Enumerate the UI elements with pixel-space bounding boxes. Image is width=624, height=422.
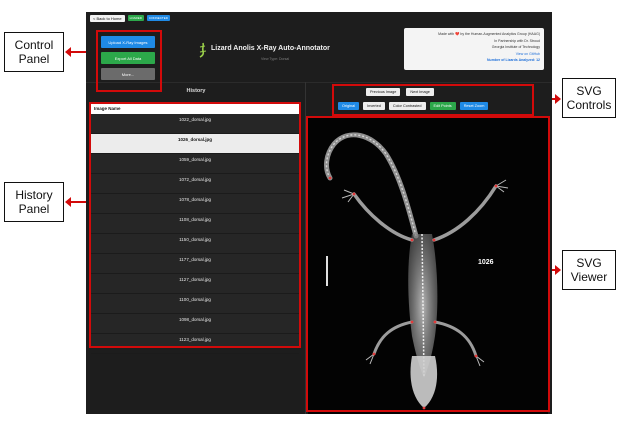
app-screen: < Back to Home LOADED CONNECTED Upload X… xyxy=(86,12,552,414)
callout-line: Panel xyxy=(18,52,50,66)
callout-line: SVG xyxy=(576,84,602,98)
svg-controls-callout: SVG Controls xyxy=(562,78,616,118)
back-to-home-button[interactable]: < Back to Home xyxy=(90,14,125,22)
app-title: Lizard Anolis X-Ray Auto-Annotator xyxy=(211,45,330,52)
callout-line: Control xyxy=(14,38,54,52)
control-panel-highlight xyxy=(96,30,162,92)
svg-viewer-highlight xyxy=(306,116,550,412)
top-bar: < Back to Home LOADED CONNECTED xyxy=(86,12,552,24)
view-type-subtitle: View Type: Dorsal xyxy=(261,57,290,61)
history-panel-callout: History Panel xyxy=(4,182,64,222)
callout-line: History xyxy=(15,188,53,202)
callout-line: Panel xyxy=(18,202,50,216)
lizard-logo-icon xyxy=(199,42,207,58)
svg-controls-highlight xyxy=(332,84,534,116)
lizards-analyzed-count: Number of Lizards Analyzed: 12 xyxy=(487,58,540,62)
app-header: Lizard Anolis X-Ray Auto-Annotator View … xyxy=(196,42,356,72)
callout-line: SVG xyxy=(576,256,602,270)
info-card: Made with ❤️ by the Human-Augmented Anal… xyxy=(404,28,544,70)
connected-badge: CONNECTED xyxy=(146,15,170,21)
loaded-badge: LOADED xyxy=(127,15,144,21)
callout-line: Controls xyxy=(566,98,612,112)
callout-line: Viewer xyxy=(570,270,608,284)
control-panel-callout: Control Panel xyxy=(4,32,64,72)
svg-viewer-callout: SVG Viewer xyxy=(562,250,616,290)
history-panel-highlight xyxy=(89,102,301,348)
